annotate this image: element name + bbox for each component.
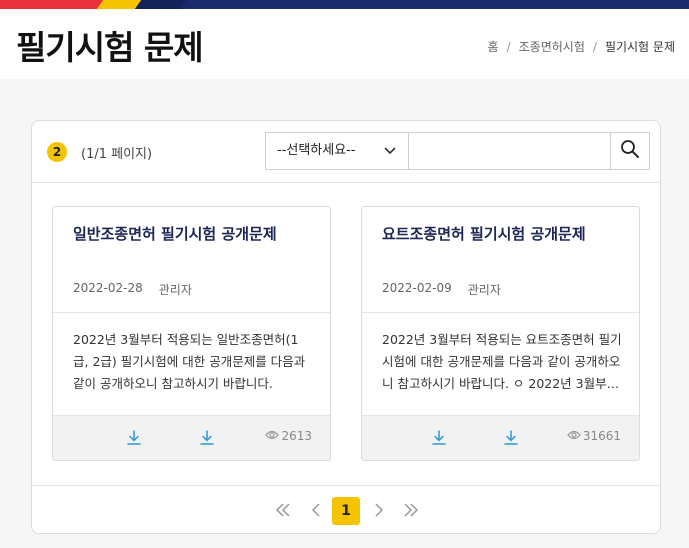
double-chevron-left-icon (275, 502, 291, 521)
first-page-button[interactable] (269, 497, 297, 525)
top-color-bar (0, 0, 689, 9)
top-bar-navy-stripe (134, 0, 187, 9)
double-chevron-right-icon (403, 502, 419, 521)
next-page-button[interactable] (365, 497, 393, 525)
page-header: 필기시험 문제 홈 / 조종면허시험 / 필기시험 문제 (0, 9, 689, 79)
post-summary: 2022년 3월부터 적용되는 일반조종면허(1급, 2급) 필기시험에 대한 … (73, 332, 306, 391)
download-icon[interactable] (198, 429, 216, 447)
pagination: 1 (32, 497, 660, 525)
search-input[interactable] (409, 132, 611, 170)
post-date: 2022-02-28 (73, 281, 143, 295)
chevron-down-icon (384, 133, 396, 169)
post-title-link[interactable]: 요트조종면허 필기시험 공개문제 (382, 223, 622, 245)
post-card-footer: 2613 (53, 415, 330, 460)
breadcrumb-current: 필기시험 문제 (604, 40, 675, 54)
search-icon (620, 139, 640, 163)
board-toolbar: 2 (1/1 페이지) --선택하세요-- (32, 121, 660, 183)
card-divider (53, 312, 330, 313)
post-card: 일반조종면허 필기시험 공개문제 2022-02-28 관리자 2022년 3월… (52, 206, 331, 461)
last-page-button[interactable] (397, 497, 425, 525)
breadcrumb-section[interactable]: 조종면허시험 (519, 38, 585, 55)
view-count-value: 31661 (582, 429, 621, 443)
post-author: 관리자 (158, 283, 192, 297)
download-icon[interactable] (430, 429, 448, 447)
page-info: (1/1 페이지) (81, 147, 153, 162)
post-meta: 2022-02-09 관리자 (382, 281, 501, 298)
view-count-value: 2613 (281, 429, 312, 443)
download-icon[interactable] (125, 429, 143, 447)
breadcrumb: 홈 / 조종면허시험 / 필기시험 문제 (488, 38, 675, 55)
view-count: 31661 (567, 429, 621, 443)
search-category-value: --선택하세요-- (277, 143, 356, 158)
post-summary: 2022년 3월부터 적용되는 요트조종면허 필기시험에 대한 공개문제를 다음… (382, 332, 622, 391)
top-bar-red-stripe (0, 0, 109, 9)
post-card-footer: 31661 (362, 415, 639, 460)
breadcrumb-separator: / (592, 39, 597, 54)
board-panel: 2 (1/1 페이지) --선택하세요-- 일반조종면허 필기시험 공개문제 2… (31, 120, 661, 534)
board-footer-divider (32, 485, 660, 486)
chevron-right-icon (374, 502, 384, 521)
view-count: 2613 (265, 429, 312, 443)
download-icon[interactable] (502, 429, 520, 447)
page-title: 필기시험 문제 (16, 28, 204, 67)
search-category-select[interactable]: --선택하세요-- (265, 132, 409, 170)
breadcrumb-home[interactable]: 홈 (488, 38, 499, 55)
chevron-left-icon (311, 502, 321, 521)
post-author: 관리자 (467, 283, 501, 297)
search-button[interactable] (610, 132, 650, 170)
eye-icon (567, 429, 581, 443)
prev-page-button[interactable] (302, 497, 330, 525)
page-number-current[interactable]: 1 (332, 497, 360, 525)
post-title-link[interactable]: 일반조종면허 필기시험 공개문제 (73, 223, 313, 245)
post-card: 요트조종면허 필기시험 공개문제 2022-02-09 관리자 2022년 3월… (361, 206, 640, 461)
card-divider (362, 312, 639, 313)
post-date: 2022-02-09 (382, 281, 452, 295)
post-meta: 2022-02-28 관리자 (73, 281, 192, 298)
breadcrumb-separator: / (506, 39, 511, 54)
eye-icon (265, 429, 280, 443)
post-count-badge: 2 (47, 142, 67, 162)
